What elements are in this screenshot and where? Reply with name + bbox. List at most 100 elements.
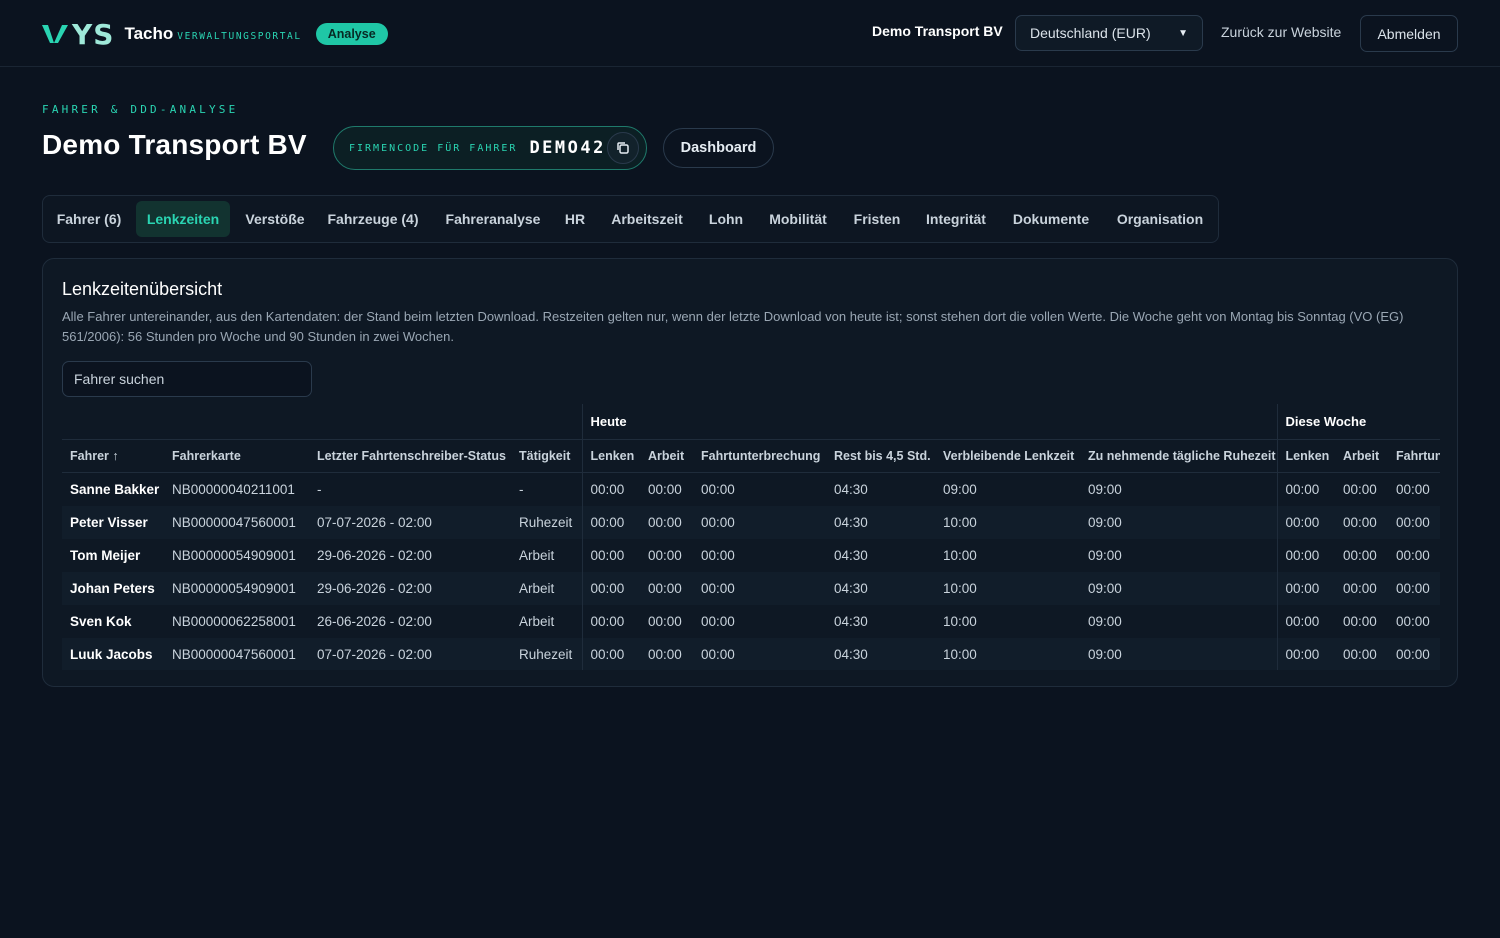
table-cell: 00:00 [1396,548,1430,563]
table-cell: 00:00 [1276,605,1336,638]
table-cell: NB00000054909001 [164,572,309,605]
table-cell: 00:00 [581,605,640,638]
table-cell: 00:00 [1388,506,1440,539]
table-cell: Arbeit [519,614,555,629]
back-to-website-link[interactable]: Zurück zur Website [1221,24,1341,40]
dashboard-button[interactable]: Dashboard [663,128,774,168]
column-header: Tätigkeit [511,439,582,473]
column-header-driver-sort[interactable]: Fahrer ↑ [62,439,164,473]
table-cell: 00:00 [581,472,640,506]
driving-times-card: Lenkzeitenübersicht Alle Fahrer unterein… [42,258,1458,687]
table-cell: 00:00 [581,539,640,572]
table-row[interactable]: Luuk Jacobs NB00000047560001 07-07-2026 - … [62,638,1440,670]
table-cell: 09:00 [1088,614,1122,629]
tab-integritaet[interactable]: Integrität [919,201,993,237]
logo-v-icon [42,24,68,43]
page-eyebrow: FAHRER & DDD-ANALYSE [42,103,239,116]
company-code-value: DEMO42 [529,138,606,158]
logo[interactable]: YS Tacho VERWALTUNGSPORTAL Analyse [40,18,388,51]
tab-bar: Fahrer (6) Lenkzeiten Verstöße Fahrzeuge… [42,195,1219,243]
table-row[interactable]: Johan Peters NB00000054909001 29-06-2026 -… [62,572,1440,605]
table-cell: - [519,482,524,497]
country-select[interactable]: Deutschland (EUR) ▼ [1015,15,1203,51]
column-header: Arbeit [1335,439,1389,473]
table-cell: 00:00 [581,506,640,539]
table-group-header: Heute Diese Woche [62,404,1440,440]
table-cell: 00:00 [693,638,826,670]
table-cell: 00:00 [1388,572,1440,605]
card-description: Alle Fahrer untereinander, aus den Karte… [62,309,1404,344]
driver-name-cell: Johan Peters [62,572,164,605]
table-cell: 04:30 [826,638,935,670]
tab-fahrzeuge[interactable]: Fahrzeuge (4) [323,201,423,237]
group-header-today: Heute [581,404,1278,440]
table-cell: 00:00 [640,572,693,605]
tab-dokumente[interactable]: Dokumente [1006,201,1096,237]
table-header-row: Fahrer ↑ Fahrerkarte Letzter Fahrtenschr… [62,439,1440,473]
table-cell: 00:00 [1343,482,1377,497]
tab-arbeitszeit[interactable]: Arbeitszeit [605,201,689,237]
table-cell: 07-07-2026 - 02:00 [309,638,511,670]
table-cell: 00:00 [1388,638,1440,670]
table-cell: - [317,482,322,497]
table-cell: 00:00 [1276,539,1336,572]
column-header: Zu nehmende tägliche Ruhezeit [1080,439,1278,473]
company-code-pill: FIRMENCODE FÜR FAHRER DEMO42 [333,126,647,170]
table-cell: 00:00 [1396,614,1430,629]
table-cell: NB00000040211001 [172,482,295,497]
tab-lohn[interactable]: Lohn [703,201,749,237]
table-cell: NB00000054909001 [172,548,296,563]
tab-lenkzeiten[interactable]: Lenkzeiten [136,201,230,237]
column-header: Fahrtunterbrechung [1388,439,1440,473]
chevron-down-icon: ▼ [1178,27,1188,39]
column-header: Lenken [1276,439,1336,473]
table-row[interactable]: Tom Meijer NB00000054909001 29-06-2026 - 0… [62,539,1440,572]
tab-verstoesse[interactable]: Verstöße [236,201,314,237]
logo-subtitle: VERWALTUNGSPORTAL [177,30,302,42]
copy-code-button[interactable] [607,132,639,164]
tab-organisation[interactable]: Organisation [1110,201,1210,237]
tab-fahrer[interactable]: Fahrer (6) [49,201,129,237]
table-cell: 26-06-2026 - 02:00 [317,614,432,629]
table-cell: 00:00 [1396,482,1430,497]
table-cell: 00:00 [648,614,682,629]
table-cell: 09:00 [1080,572,1278,605]
group-header-week: Diese Woche [1276,404,1440,440]
table-cell: 00:00 [648,482,682,497]
table-cell: 10:00 [935,572,1080,605]
table-cell: 04:30 [834,614,868,629]
table-row[interactable]: Peter Visser NB00000047560001 07-07-2026 -… [62,506,1440,539]
logout-button[interactable]: Abmelden [1360,15,1458,52]
table-cell: 04:30 [834,548,868,563]
logo-name: Tacho [124,24,174,43]
column-header: Verbleibende Lenkzeit [935,439,1080,473]
table-cell: 10:00 [943,548,977,563]
table-cell: 10:00 [943,614,977,629]
tab-fristen[interactable]: Fristen [847,201,907,237]
table-cell: 09:00 [943,482,977,497]
column-header: Fahrtunterbrechung [693,439,826,473]
group-spacer [62,404,582,440]
driver-search-input[interactable]: Fahrer suchen [62,361,312,397]
table-cell: 04:30 [826,506,935,539]
table-cell: NB00000062258001 [172,614,296,629]
copy-icon [617,142,629,154]
table-cell: 07-07-2026 - 02:00 [309,506,511,539]
table-cell: 00:00 [1343,548,1377,563]
table-cell: 00:00 [1276,638,1336,670]
table-cell: 00:00 [1335,638,1389,670]
table-cell: 09:00 [1080,638,1278,670]
tab-mobilitaet[interactable]: Mobilität [762,201,834,237]
table-row[interactable]: Sven Kok NB00000062258001 26-06-2026 - 02:… [62,605,1440,638]
table-cell: 00:00 [1335,572,1389,605]
top-bar: YS Tacho VERWALTUNGSPORTAL Analyse Demo … [0,0,1500,67]
table-row[interactable]: Sanne Bakker NB00000040211001 - - 00:00 00:00… [62,472,1440,506]
table-cell: 00:00 [640,638,693,670]
tab-hr[interactable]: HR [558,201,592,237]
tab-fahreranalyse[interactable]: Fahreranalyse [439,201,547,237]
column-header: Letzter Fahrtenschreiber-Status [309,439,511,473]
table-cell: 29-06-2026 - 02:00 [309,572,511,605]
table-cell: 04:30 [834,482,868,497]
card-title: Lenkzeitenübersicht [62,279,223,299]
table-cell: 00:00 [640,506,693,539]
